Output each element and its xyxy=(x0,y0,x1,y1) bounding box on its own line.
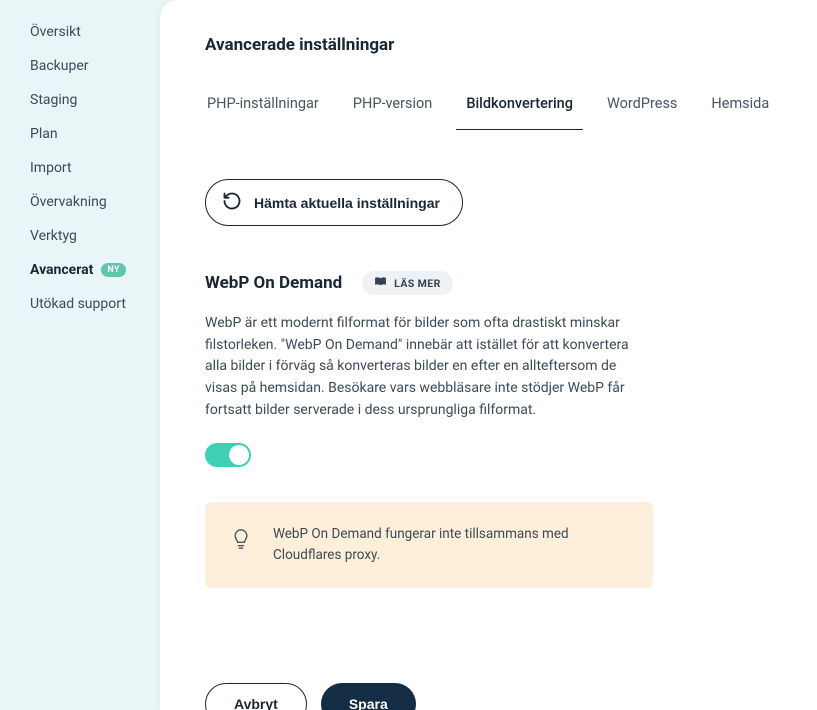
book-icon xyxy=(374,276,387,290)
sidebar-item-monitoring[interactable]: Övervakning xyxy=(0,185,160,219)
lightbulb-icon xyxy=(231,524,251,566)
cancel-button[interactable]: Avbryt xyxy=(205,683,307,710)
section-title: WebP On Demand xyxy=(205,273,342,293)
tab-website[interactable]: Hemsida xyxy=(709,85,771,130)
info-text: WebP On Demand fungerar inte tillsammans… xyxy=(273,524,627,566)
toggle-knob xyxy=(229,445,249,465)
section-description: WebP är ett modernt filformat för bilder… xyxy=(205,313,645,421)
sidebar-item-support[interactable]: Utökad support xyxy=(0,287,160,321)
tab-php-settings[interactable]: PHP-inställningar xyxy=(205,85,321,130)
section-header: WebP On Demand LÄS MER xyxy=(205,271,772,295)
new-badge: NY xyxy=(101,263,125,277)
info-box: WebP On Demand fungerar inte tillsammans… xyxy=(205,502,653,588)
tab-wordpress[interactable]: WordPress xyxy=(605,85,679,130)
tabs: PHP-inställningar PHP-version Bildkonver… xyxy=(205,85,772,131)
refresh-icon xyxy=(222,191,242,214)
sidebar-item-overview[interactable]: Översikt xyxy=(0,15,160,49)
sidebar-item-plan[interactable]: Plan xyxy=(0,117,160,151)
main-content: Avancerade inställningar PHP-inställning… xyxy=(160,0,817,710)
footer-actions: Avbryt Spara xyxy=(205,683,772,710)
tab-image-conversion[interactable]: Bildkonvertering xyxy=(464,85,575,130)
sidebar: Översikt Backuper Staging Plan Import Öv… xyxy=(0,0,160,710)
sidebar-item-backups[interactable]: Backuper xyxy=(0,49,160,83)
read-more-button[interactable]: LÄS MER xyxy=(362,271,453,295)
sidebar-item-advanced[interactable]: Avancerat NY xyxy=(0,253,160,287)
sidebar-item-import[interactable]: Import xyxy=(0,151,160,185)
tab-php-version[interactable]: PHP-version xyxy=(351,85,434,130)
webp-toggle[interactable] xyxy=(205,443,251,467)
sidebar-item-tools[interactable]: Verktyg xyxy=(0,219,160,253)
save-button[interactable]: Spara xyxy=(321,683,416,710)
sidebar-item-staging[interactable]: Staging xyxy=(0,83,160,117)
fetch-settings-button[interactable]: Hämta aktuella inställningar xyxy=(205,179,463,226)
read-more-label: LÄS MER xyxy=(394,277,441,290)
page-title: Avancerade inställningar xyxy=(205,35,772,55)
fetch-button-label: Hämta aktuella inställningar xyxy=(254,195,440,211)
